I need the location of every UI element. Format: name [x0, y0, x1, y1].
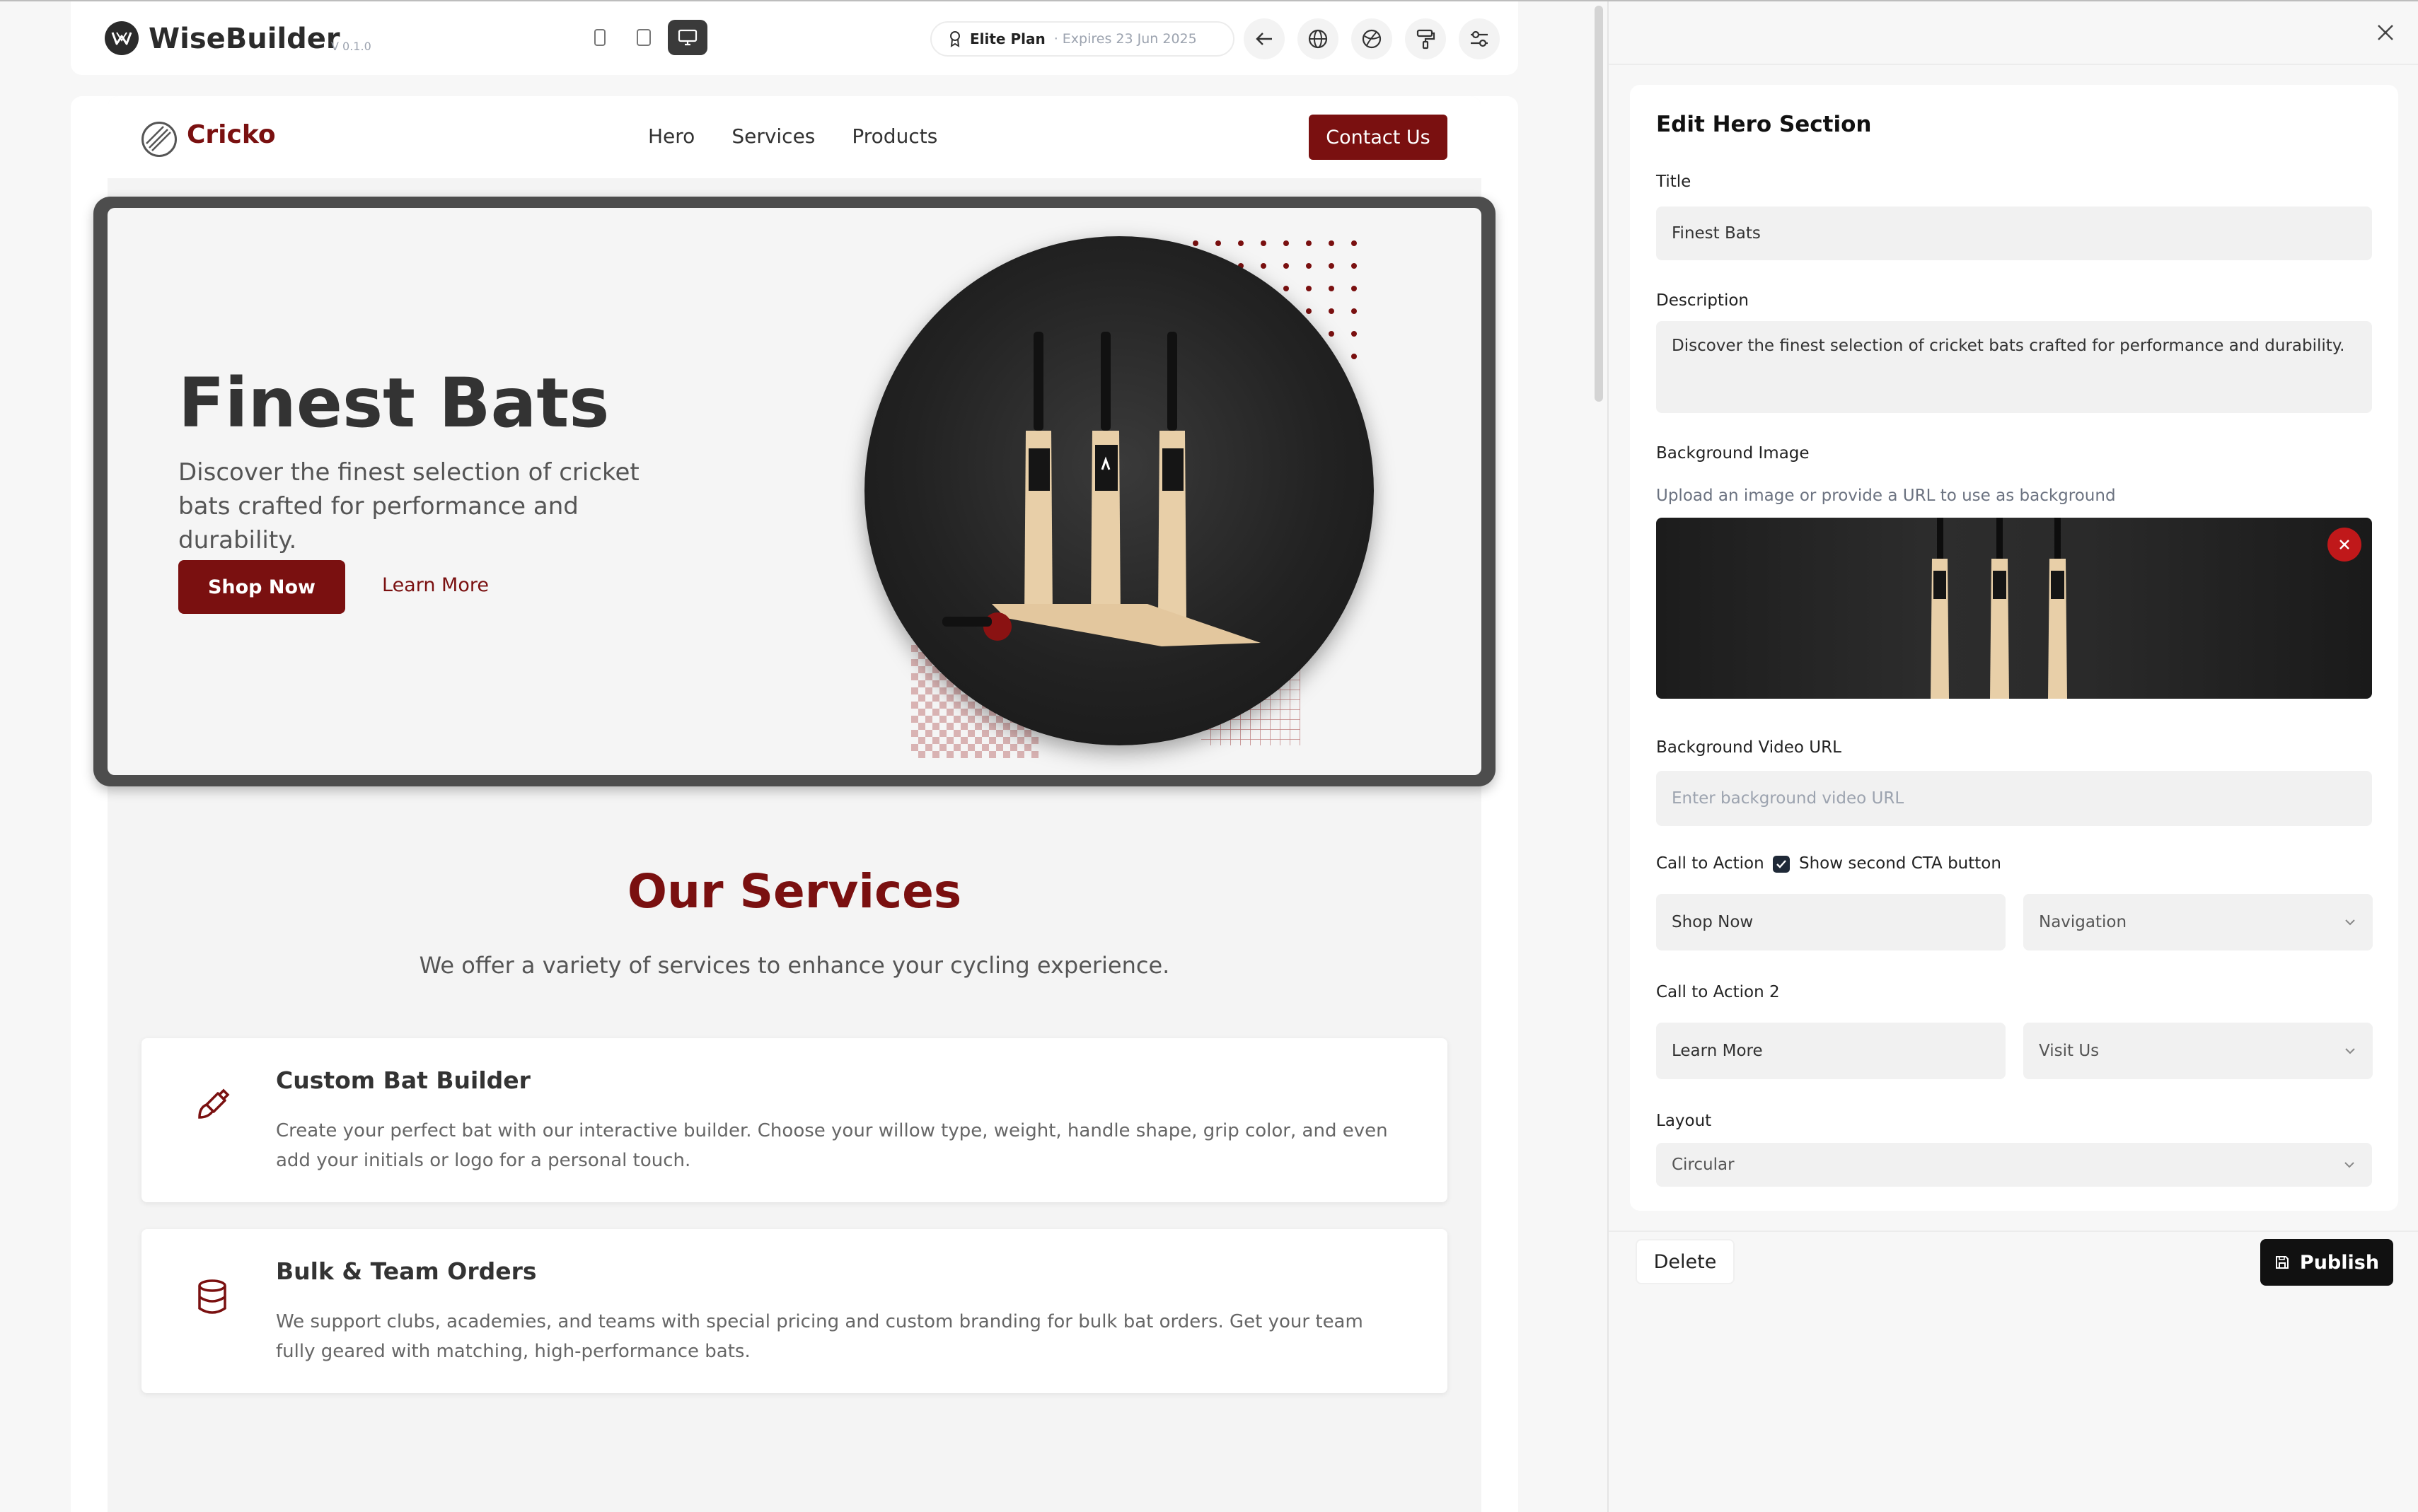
hero-description: Discover the finest selection of cricket…	[178, 458, 640, 554]
panel-divider	[1609, 64, 2418, 65]
background-image-help: Upload an image or provide a URL to use …	[1656, 487, 2116, 505]
publish-button[interactable]: Publish	[2260, 1239, 2393, 1286]
settings-button[interactable]	[1459, 18, 1500, 59]
cta-label: Call to Action	[1656, 854, 1764, 873]
builder-toolbar: WiseBuilder V 0.1.0 Elite Plan · Expires…	[71, 1, 1518, 75]
layout-select[interactable]: Circular	[1656, 1143, 2372, 1187]
globe-icon	[1308, 29, 1328, 49]
nav-link-hero[interactable]: Hero	[648, 124, 695, 148]
hero-title: Finest Bats	[178, 364, 610, 443]
cta-link-select[interactable]: Navigation	[2023, 894, 2373, 950]
database-icon	[198, 1279, 226, 1314]
cricket-bats-illustration	[942, 332, 1261, 646]
panel-footer-divider	[1609, 1231, 2418, 1232]
cta2-link-value: Visit Us	[2039, 1042, 2100, 1060]
mobile-view-button[interactable]	[580, 20, 620, 55]
desktop-icon	[678, 29, 698, 46]
save-icon	[2275, 1256, 2289, 1269]
site-nav: Hero Services Products	[648, 124, 937, 148]
nav-link-products[interactable]: Products	[852, 124, 937, 148]
app-version: V 0.1.0	[331, 40, 371, 53]
background-image-preview[interactable]	[1656, 518, 2372, 699]
title-input[interactable]: Finest Bats	[1656, 207, 2372, 260]
contact-us-button[interactable]: Contact Us	[1309, 115, 1447, 160]
style-button[interactable]	[1405, 18, 1446, 59]
chevron-down-icon	[2345, 1048, 2355, 1054]
close-panel-button[interactable]	[2371, 18, 2400, 47]
device-switcher	[580, 20, 707, 58]
canvas-scrollbar[interactable]	[1595, 6, 1603, 402]
award-icon	[950, 31, 960, 47]
back-button[interactable]	[1244, 18, 1285, 59]
cta2-text-input[interactable]: Learn More	[1656, 1023, 2006, 1079]
description-label: Description	[1656, 291, 1749, 310]
services-subtitle: We offer a variety of services to enhanc…	[419, 952, 1170, 979]
close-icon	[2378, 25, 2393, 40]
remove-image-button[interactable]	[2327, 528, 2361, 562]
palette-icon	[1362, 29, 1382, 49]
nav-link-services[interactable]: Services	[731, 124, 815, 148]
hero-bats-image	[864, 236, 1374, 745]
wisebuilder-logo-icon	[105, 21, 139, 55]
tablet-icon	[637, 29, 651, 46]
paint-roller-icon	[1416, 29, 1435, 50]
background-video-input[interactable]: Enter background video URL	[1656, 771, 2372, 826]
service-description: We support clubs, academies, and teams w…	[276, 1311, 1363, 1362]
language-button[interactable]	[1297, 18, 1338, 59]
description-textarea[interactable]: Discover the finest selection of cricket…	[1656, 321, 2372, 413]
cta2-label: Call to Action 2	[1656, 983, 1780, 1001]
learn-more-link[interactable]: Learn More	[382, 574, 489, 596]
service-title: Bulk & Team Orders	[276, 1257, 537, 1285]
cricket-ball-icon	[141, 122, 177, 157]
cta-text-input[interactable]: Shop Now	[1656, 894, 2006, 950]
app-name: WiseBuilder	[149, 23, 340, 55]
service-description: Create your perfect bat with our interac…	[276, 1120, 1388, 1171]
service-title: Custom Bat Builder	[276, 1066, 531, 1094]
cricket-bats-thumbnail	[1931, 518, 2067, 699]
plan-badge[interactable]: Elite Plan · Expires 23 Jun 2025	[930, 21, 1234, 57]
back-arrow-icon	[1256, 33, 1272, 45]
publish-label: Publish	[2299, 1251, 2380, 1274]
service-card[interactable]: Bulk & Team Orders We support clubs, aca…	[141, 1229, 1447, 1393]
plan-expiry: · Expires 23 Jun 2025	[1053, 31, 1197, 47]
hero-section[interactable]: Finest Bats Discover the finest selectio…	[108, 208, 1481, 775]
tablet-view-button[interactable]	[624, 20, 664, 55]
theme-button[interactable]	[1351, 18, 1392, 59]
cta2-link-select[interactable]: Visit Us	[2023, 1023, 2373, 1079]
cta-link-value: Navigation	[2039, 913, 2127, 931]
close-icon	[2339, 540, 2349, 549]
paintbrush-icon	[198, 1088, 230, 1119]
shop-now-button[interactable]: Shop Now	[178, 560, 345, 614]
layout-value: Circular	[1672, 1156, 1735, 1174]
chevron-down-icon	[2345, 919, 2355, 926]
title-label: Title	[1656, 173, 1691, 191]
background-video-label: Background Video URL	[1656, 738, 1841, 757]
checkmark-icon	[1776, 860, 1786, 868]
panel-title: Edit Hero Section	[1656, 112, 1872, 137]
site-brand[interactable]: Cricko	[187, 120, 276, 149]
settings-sliders-icon	[1471, 30, 1488, 47]
chevron-down-icon	[2344, 1162, 2354, 1168]
service-card[interactable]: Custom Bat Builder Create your perfect b…	[141, 1038, 1447, 1202]
site-header: Cricko Hero Services Products Contact Us	[108, 96, 1481, 178]
mobile-icon	[594, 29, 606, 46]
second-cta-checkbox-label[interactable]: Show second CTA button	[1799, 854, 2001, 873]
services-title: Our Services	[627, 864, 962, 919]
app-window: WiseBuilder V 0.1.0 Elite Plan · Expires…	[0, 0, 2418, 1512]
second-cta-checkbox[interactable]	[1773, 856, 1790, 873]
desktop-view-button[interactable]	[668, 20, 707, 55]
background-image-label: Background Image	[1656, 444, 1810, 463]
layout-label: Layout	[1656, 1112, 1712, 1130]
delete-button[interactable]: Delete	[1636, 1239, 1735, 1284]
plan-name: Elite Plan	[970, 30, 1046, 47]
